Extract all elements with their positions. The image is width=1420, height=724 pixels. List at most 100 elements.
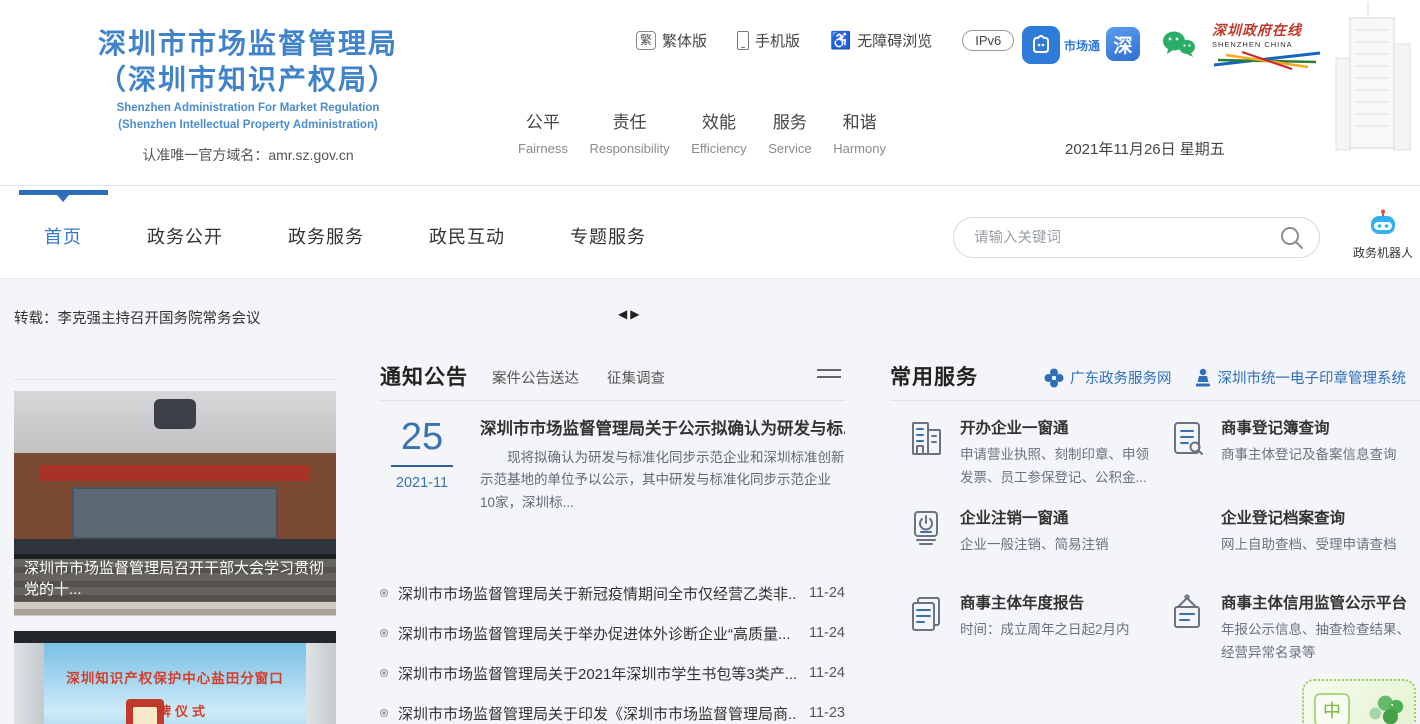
tab-home[interactable]: 首页 (44, 223, 82, 249)
service-annual-report[interactable]: 商事主体年度报告 时间：成立周年之日起2月内 (904, 591, 1162, 642)
search-icon[interactable] (1279, 225, 1305, 251)
services-title: 常用服务 (890, 361, 978, 391)
power-box-icon (904, 506, 948, 550)
search-box (953, 217, 1320, 258)
page: 深圳市市场监督管理局 （深圳市知识产权局） Shenzhen Administr… (0, 0, 1420, 724)
service-desc: 时间：成立周年之日起2月内 (960, 619, 1130, 642)
ticker-arrows: ◀ ▶ (618, 307, 639, 321)
pinwheel-flower-icon (1044, 368, 1064, 388)
i-shenzhen-app-icon[interactable]: 深 (1106, 27, 1140, 61)
photo-red-banner (40, 465, 310, 481)
active-tab-indicator (19, 190, 108, 195)
ticker-prev-icon[interactable]: ◀ (618, 307, 627, 321)
service-title[interactable]: 商事登记簿查询 (1221, 416, 1397, 438)
building-icon (904, 416, 948, 460)
accessibility-link[interactable]: ♿ 无障碍浏览 (822, 30, 940, 51)
ticker-next-icon[interactable]: ▶ (630, 307, 639, 321)
notices-tabs: 案件公告送达 征集调查 (492, 367, 665, 388)
seal-stamp-icon (1194, 368, 1212, 388)
tab-interaction[interactable]: 政民互动 (429, 223, 505, 249)
guangdong-gov-service-label: 广东政务服务网 (1070, 367, 1172, 388)
featured-date: 25 2021-11 (380, 417, 464, 491)
notice-row[interactable]: 深圳市市场监督管理局关于2021年深圳市学生书包等3类产... 11-24 (380, 653, 845, 693)
value-service: 服务Service (768, 108, 811, 156)
service-credit-platform[interactable]: 商事主体信用监管公示平台 年报公示信息、抽查检查结果、经营异常名录等 (1165, 591, 1420, 665)
notice-date: 11-24 (809, 585, 845, 601)
service-registry-search[interactable]: 商事登记簿查询 商事主体登记及备案信息查询 (1165, 416, 1420, 467)
market-app-icon (1022, 26, 1060, 64)
content: 转载：李克强主持召开国务院常务会议 ◀ ▶ 深圳市市场监督管理局召开干部大会学习… (0, 278, 1420, 724)
market-app-link[interactable]: 市场通 (1022, 26, 1100, 64)
bullet-icon (380, 669, 388, 677)
service-title[interactable]: 商事主体年度报告 (960, 591, 1130, 613)
tab-gov-disclosure[interactable]: 政务公开 (147, 223, 223, 249)
featured-notice[interactable]: 25 2021-11 深圳市市场监督管理局关于公示拟确认为研发与标... 现将拟… (380, 415, 845, 545)
nav-tabs: 首页 政务公开 政务服务 政民互动 专题服务 (44, 223, 646, 249)
site-title-line2: （深圳市知识产权局） (28, 62, 468, 98)
bullet-icon (380, 709, 388, 717)
featured-title[interactable]: 深圳市市场监督管理局关于公示拟确认为研发与标... (480, 415, 845, 439)
tab-special-services[interactable]: 专题服务 (570, 223, 646, 249)
notice-title[interactable]: 深圳市市场监督管理局关于新冠疫情期间全市仅经营乙类非... (398, 583, 797, 604)
service-desc: 年报公示信息、抽查检查结果、经营异常名录等 (1221, 619, 1420, 665)
notice-title[interactable]: 深圳市市场监督管理局关于印发《深圳市市场监督管理局商... (398, 703, 797, 724)
gov-robot-button[interactable]: 政务机器人 (1352, 209, 1414, 261)
service-deregistration[interactable]: 企业注销一窗通 企业一般注销、简易注销 (904, 506, 1162, 557)
stacked-documents-icon (904, 591, 948, 635)
document-search-icon (1165, 416, 1209, 460)
service-archive-search[interactable]: 企业登记档案查询 网上自助查档、受理申请查档 (1165, 506, 1420, 557)
notice-title[interactable]: 深圳市市场监督管理局关于举办促进体外诊断企业“高质量... (398, 623, 797, 644)
service-desc: 申请营业执照、刻制印章、申领发票、员工参保登记、公积金... (960, 444, 1162, 490)
value-efficiency: 效能Efficiency (691, 108, 746, 156)
notice-row[interactable]: 深圳市市场监督管理局关于印发《深圳市市场监督管理局商... 11-23 (380, 693, 845, 724)
mobile-version-link[interactable]: 手机版 (729, 30, 808, 51)
value-harmony: 和谐Harmony (833, 108, 886, 156)
clover-leaves-icon (1360, 688, 1404, 724)
core-values: 公平Fairness 责任Responsibility 效能Efficiency… (518, 108, 886, 156)
search-input[interactable] (974, 230, 1279, 246)
notices-header: 通知公告 案件公告送达 征集调查 (380, 361, 845, 401)
tab-case-announcements[interactable]: 案件公告送达 (492, 367, 579, 388)
service-title[interactable]: 商事主体信用监管公示平台 (1221, 591, 1420, 613)
notices-more-icon[interactable] (817, 369, 841, 381)
traditional-chinese-link[interactable]: 繁 繁体版 (628, 30, 715, 51)
service-title[interactable]: 开办企业一窗通 (960, 416, 1162, 438)
guangdong-gov-service-link[interactable]: 广东政务服务网 (1044, 367, 1172, 388)
tab-surveys[interactable]: 征集调查 (607, 367, 665, 388)
service-title[interactable]: 企业登记档案查询 (1221, 506, 1397, 528)
bullet-icon (380, 589, 388, 597)
wechat-icon[interactable] (1160, 29, 1196, 64)
accessibility-label: 无障碍浏览 (857, 30, 932, 51)
notices-section: 通知公告 案件公告送达 征集调查 25 2021-11 深圳市市场监督管理局关于… (380, 361, 845, 401)
eseal-system-link[interactable]: 深圳市统一电子印章管理系统 (1194, 367, 1407, 388)
featured-summary: 现将拟确认为研发与标准化同步示范企业和深圳标准创新示范基地的单位予以公示，其中研… (480, 447, 845, 514)
traditional-icon: 繁 (636, 31, 656, 49)
carousel-slide-meeting[interactable]: 深圳市市场监督管理局召开干部大会学习贯彻党的十... (14, 391, 336, 616)
service-desc: 企业一般注销、简易注销 (960, 534, 1109, 557)
notice-date: 11-24 (809, 665, 845, 681)
notice-row[interactable]: 深圳市市场监督管理局关于新冠疫情期间全市仅经营乙类非... 11-24 (380, 573, 845, 613)
site-logo[interactable]: 深圳市市场监督管理局 （深圳市知识产权局） Shenzhen Administr… (28, 26, 468, 165)
current-date: 2021年11月26日 星期五 (1065, 138, 1225, 159)
notice-row[interactable]: 深圳市市场监督管理局关于举办促进体外诊断企业“高质量... 11-24 (380, 613, 845, 653)
utility-bar: 繁 繁体版 手机版 ♿ 无障碍浏览 IPv6 (628, 30, 1014, 51)
green-float-widget[interactable]: 中 (1302, 679, 1416, 724)
photo-sky-banner: 深圳知识产权保护中心盐田分窗口 揭牌仪式 (44, 643, 306, 724)
service-desc: 网上自助查档、受理申请查档 (1221, 534, 1397, 557)
photo-plaque (126, 699, 164, 724)
site-title-en1: Shenzhen Administration For Market Regul… (28, 101, 468, 116)
notice-title[interactable]: 深圳市市场监督管理局关于2021年深圳市学生书包等3类产... (398, 663, 797, 684)
ipv6-badge[interactable]: IPv6 (962, 30, 1014, 51)
tab-gov-services[interactable]: 政务服务 (288, 223, 364, 249)
shenzhen-gov-online-logo[interactable]: 深圳政府在线 SHENZHEN CHINA (1212, 20, 1328, 76)
service-title[interactable]: 企业注销一窗通 (960, 506, 1109, 528)
service-open-business[interactable]: 开办企业一窗通 申请营业执照、刻制印章、申领发票、员工参保登记、公积金... (904, 416, 1162, 490)
news-ticker-link[interactable]: 转载：李克强主持召开国务院常务会议 (14, 307, 261, 328)
building-illustration (1316, 0, 1420, 152)
traditional-label: 繁体版 (662, 30, 707, 51)
hanging-board-icon (1165, 591, 1209, 635)
gov-logo-en: SHENZHEN CHINA (1212, 40, 1328, 49)
carousel-slide-ceremony[interactable]: 深圳知识产权保护中心盐田分窗口 揭牌仪式 (14, 631, 336, 724)
notices-title: 通知公告 (380, 361, 468, 391)
gov-logo-cn: 深圳政府在线 (1212, 20, 1328, 40)
